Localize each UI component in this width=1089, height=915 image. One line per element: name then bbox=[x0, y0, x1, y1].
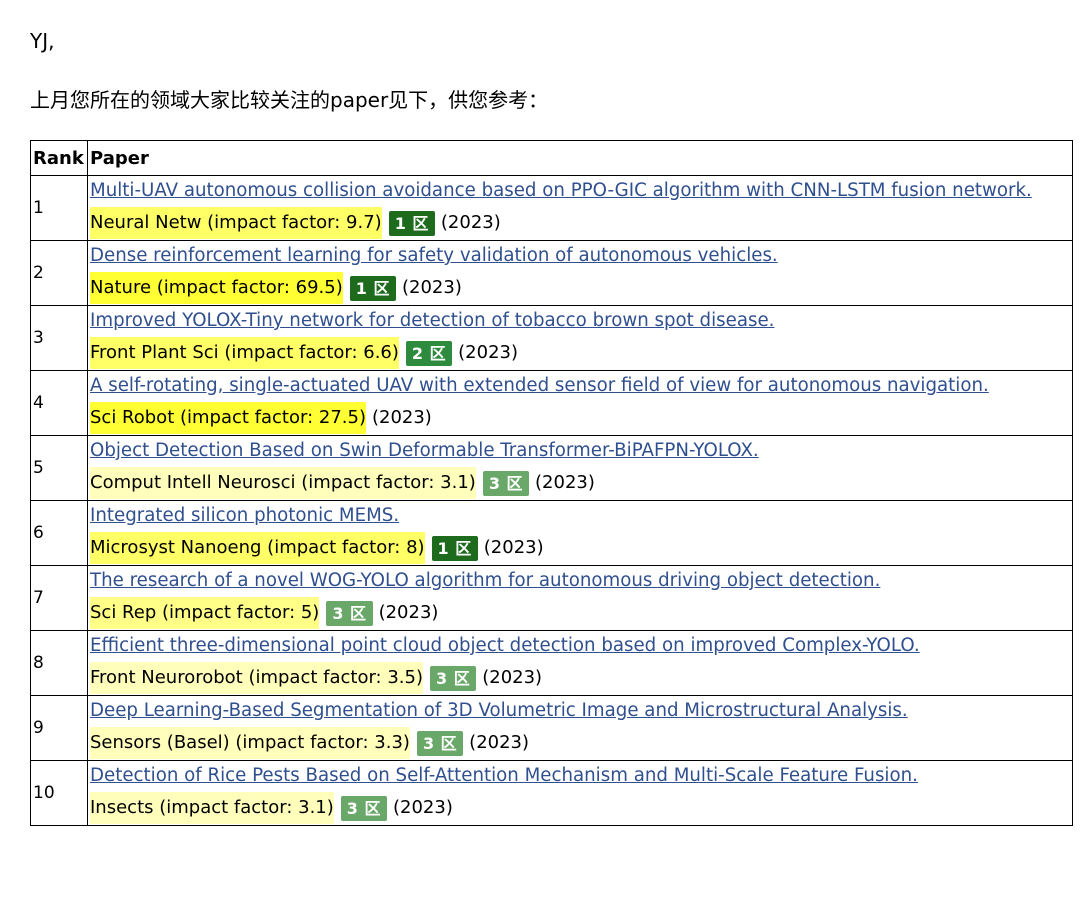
table-row: 1 Multi-UAV autonomous collision avoidan… bbox=[30, 175, 1073, 241]
table-row: 8 Efficient three-dimensional point clou… bbox=[30, 630, 1073, 696]
journal-impact-factor: Sci Robot (impact factor: 27.5) bbox=[90, 402, 366, 434]
table-row: 7 The research of a novel WOG-YOLO algor… bbox=[30, 565, 1073, 631]
publication-year: (2023) bbox=[371, 407, 432, 428]
rank-cell: 4 bbox=[30, 370, 88, 436]
rank-cell: 3 bbox=[30, 305, 88, 371]
paper-cell: Object Detection Based on Swin Deformabl… bbox=[87, 435, 1073, 501]
rank-cell: 2 bbox=[30, 240, 88, 306]
journal-impact-factor: Nature (impact factor: 69.5) bbox=[90, 272, 343, 304]
paper-header: Paper bbox=[87, 140, 1073, 176]
journal-impact-factor: Microsyst Nanoeng (impact factor: 8) bbox=[90, 532, 425, 564]
rank-cell: 5 bbox=[30, 435, 88, 501]
zone-badge: 3 区 bbox=[326, 600, 373, 626]
publication-year: (2023) bbox=[440, 212, 501, 233]
paper-title-link[interactable]: Efficient three-dimensional point cloud … bbox=[90, 635, 920, 656]
rank-cell: 10 bbox=[30, 760, 88, 826]
zone-badge: 2 区 bbox=[405, 340, 453, 366]
intro-text: 上月您所在的领域大家比较关注的paper见下，供您参考： bbox=[30, 88, 549, 112]
journal-impact-factor: Sensors (Basel) (impact factor: 3.3) bbox=[90, 727, 410, 759]
journal-impact-factor: Comput Intell Neurosci (impact factor: 3… bbox=[90, 467, 476, 499]
paper-title-link[interactable]: A self-rotating, single-actuated UAV wit… bbox=[90, 375, 989, 396]
paper-title-link[interactable]: Deep Learning-Based Segmentation of 3D V… bbox=[90, 700, 908, 721]
zone-badge: 1 区 bbox=[388, 210, 435, 236]
paper-cell: A self-rotating, single-actuated UAV wit… bbox=[87, 370, 1073, 436]
paper-cell: Deep Learning-Based Segmentation of 3D V… bbox=[87, 695, 1073, 761]
journal-impact-factor: Insects (impact factor: 3.1) bbox=[90, 792, 334, 824]
paper-title-link[interactable]: Dense reinforcement learning for safety … bbox=[90, 245, 778, 266]
journal-impact-factor: Neural Netw (impact factor: 9.7) bbox=[90, 207, 382, 239]
table-row: 6 Integrated silicon photonic MEMS. Micr… bbox=[30, 500, 1073, 566]
greeting: YJ, bbox=[30, 29, 55, 53]
paper-table: Rank Paper 1 Multi-UAV autonomous collis… bbox=[30, 140, 1073, 826]
zone-badge: 3 区 bbox=[430, 665, 477, 691]
table-row: 3 Improved YOLOX-Tiny network for detect… bbox=[30, 305, 1073, 371]
paper-title-link[interactable]: Object Detection Based on Swin Deformabl… bbox=[90, 440, 759, 461]
publication-year: (2023) bbox=[392, 797, 453, 818]
table-header-row: Rank Paper bbox=[30, 140, 1073, 176]
paper-cell: Detection of Rice Pests Based on Self-At… bbox=[87, 760, 1073, 826]
publication-year: (2023) bbox=[483, 537, 544, 558]
publication-year: (2023) bbox=[458, 342, 518, 363]
publication-year: (2023) bbox=[378, 602, 439, 623]
zone-badge: 3 区 bbox=[482, 470, 530, 496]
rank-cell: 9 bbox=[30, 695, 88, 761]
rank-cell: 1 bbox=[30, 175, 88, 241]
publication-year: (2023) bbox=[482, 667, 543, 688]
paper-rows: 1 Multi-UAV autonomous collision avoidan… bbox=[30, 175, 1073, 826]
zone-badge: 1 区 bbox=[431, 535, 478, 561]
journal-impact-factor: Front Neurorobot (impact factor: 3.5) bbox=[90, 662, 423, 694]
zone-badge: 3 区 bbox=[340, 795, 387, 821]
publication-year: (2023) bbox=[535, 472, 595, 493]
paper-title-link[interactable]: Integrated silicon photonic MEMS. bbox=[90, 505, 399, 526]
publication-year: (2023) bbox=[469, 732, 530, 753]
table-row: 9 Deep Learning-Based Segmentation of 3D… bbox=[30, 695, 1073, 761]
paper-title-link[interactable]: Multi-UAV autonomous collision avoidance… bbox=[90, 180, 1032, 201]
zone-badge: 3 区 bbox=[416, 730, 464, 756]
rank-cell: 6 bbox=[30, 500, 88, 566]
table-row: 2 Dense reinforcement learning for safet… bbox=[30, 240, 1073, 306]
journal-impact-factor: Front Plant Sci (impact factor: 6.6) bbox=[90, 337, 399, 369]
paper-cell: The research of a novel WOG-YOLO algorit… bbox=[87, 565, 1073, 631]
paper-title-link[interactable]: Detection of Rice Pests Based on Self-At… bbox=[90, 765, 918, 786]
paper-cell: Integrated silicon photonic MEMS. Micros… bbox=[87, 500, 1073, 566]
table-row: 4 A self-rotating, single-actuated UAV w… bbox=[30, 370, 1073, 436]
paper-cell: Dense reinforcement learning for safety … bbox=[87, 240, 1073, 306]
publication-year: (2023) bbox=[401, 277, 462, 298]
rank-header: Rank bbox=[30, 140, 88, 176]
paper-cell: Multi-UAV autonomous collision avoidance… bbox=[87, 175, 1073, 241]
journal-impact-factor: Sci Rep (impact factor: 5) bbox=[90, 597, 320, 629]
paper-cell: Efficient three-dimensional point cloud … bbox=[87, 630, 1073, 696]
rank-cell: 8 bbox=[30, 630, 88, 696]
paper-title-link[interactable]: Improved YOLOX-Tiny network for detectio… bbox=[90, 310, 774, 331]
zone-badge: 1 区 bbox=[349, 275, 396, 301]
paper-cell: Improved YOLOX-Tiny network for detectio… bbox=[87, 305, 1073, 371]
table-row: 5 Object Detection Based on Swin Deforma… bbox=[30, 435, 1073, 501]
rank-cell: 7 bbox=[30, 565, 88, 631]
table-row: 10 Detection of Rice Pests Based on Self… bbox=[30, 760, 1073, 826]
paper-title-link[interactable]: The research of a novel WOG-YOLO algorit… bbox=[90, 570, 880, 591]
